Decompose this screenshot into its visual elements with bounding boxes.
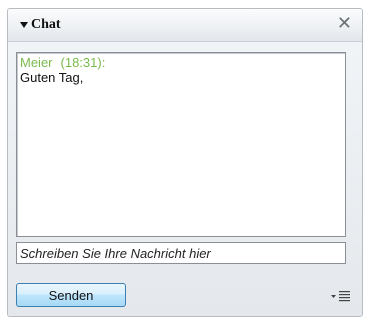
chat-panel-body: Meier (18:31): Guten Tag, Senden bbox=[8, 42, 362, 316]
close-icon[interactable]: ✕ bbox=[337, 14, 352, 34]
send-button[interactable]: Senden bbox=[16, 283, 126, 307]
message-header: Meier (18:31): bbox=[20, 55, 342, 70]
message-author: Meier bbox=[20, 55, 53, 70]
message-text: Guten Tag, bbox=[20, 70, 84, 85]
chat-panel: Chat ✕ Meier (18:31): Guten Tag, Senden bbox=[7, 8, 363, 317]
message-time: (18:31): bbox=[60, 55, 106, 70]
message-input[interactable] bbox=[16, 242, 346, 264]
menu-options-icon[interactable] bbox=[330, 290, 352, 302]
chat-panel-header: Chat ✕ bbox=[8, 9, 362, 42]
chat-log[interactable]: Meier (18:31): Guten Tag, bbox=[16, 52, 346, 237]
panel-title: Chat bbox=[31, 17, 61, 32]
triangle-down-icon[interactable] bbox=[20, 22, 28, 28]
